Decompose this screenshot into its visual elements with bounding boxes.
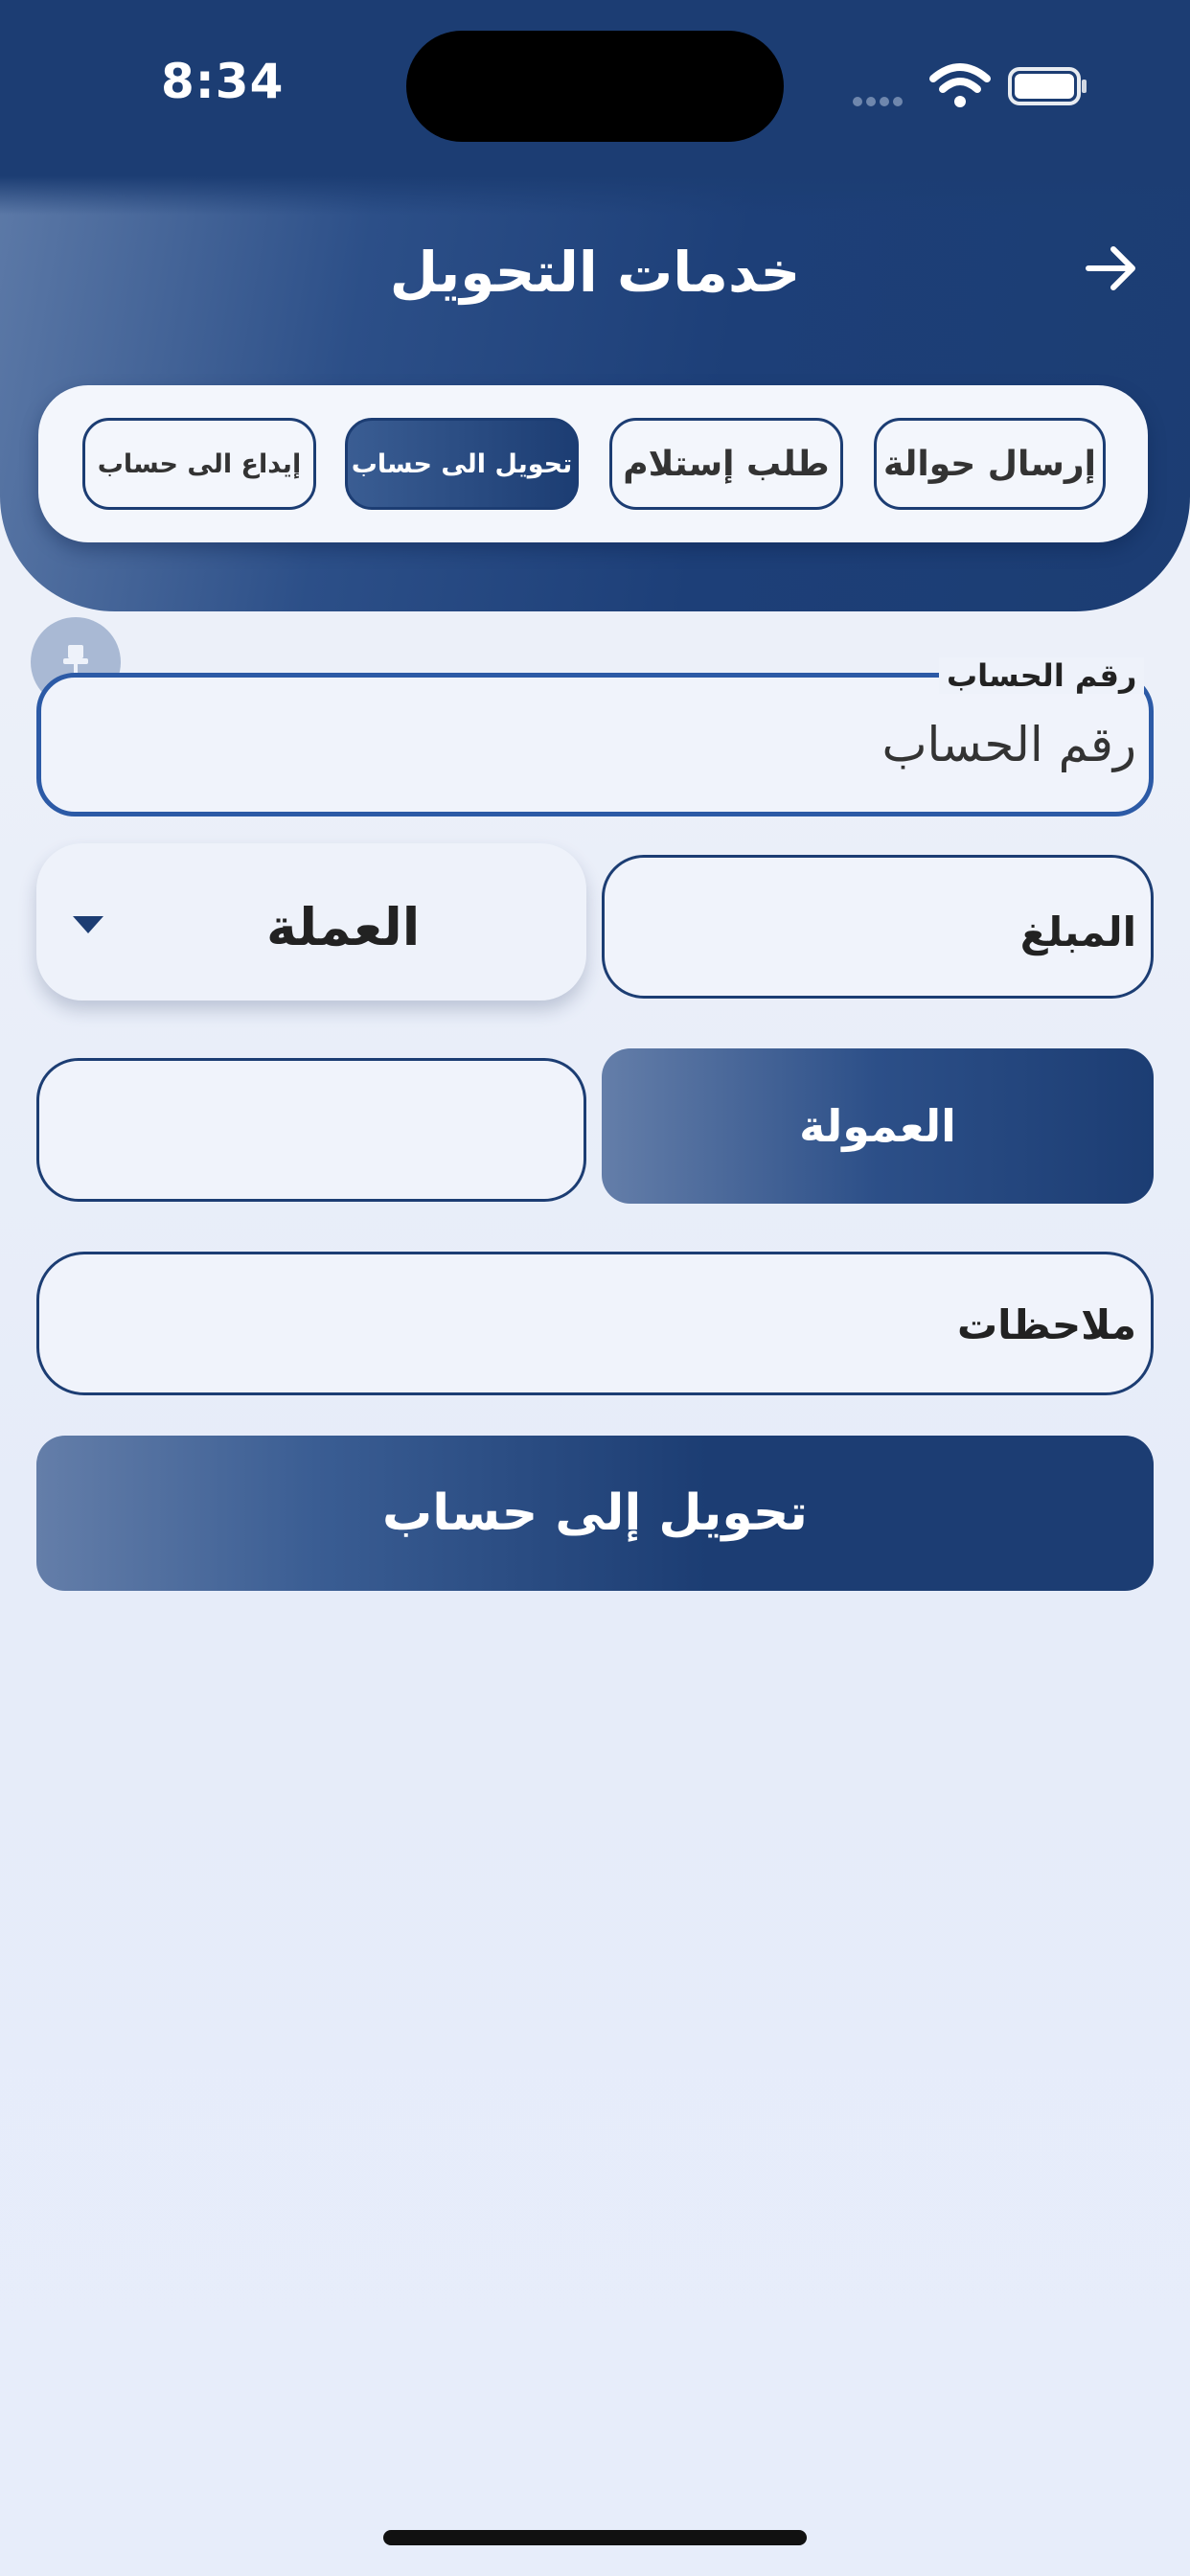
tab-receive-request[interactable]: طلب إستلام [609, 418, 843, 510]
currency-label: العملة [266, 897, 421, 957]
home-indicator [383, 2530, 807, 2545]
account-number-placeholder: رقم الحساب [881, 717, 1136, 772]
commission-label: العمولة [799, 1100, 956, 1152]
caret-down-icon [73, 916, 103, 933]
commission-field[interactable] [36, 1058, 586, 1202]
account-number-label: رقم الحساب [947, 657, 1137, 694]
tab-send-remittance[interactable]: إرسال حوالة [874, 418, 1106, 510]
dynamic-island [406, 31, 784, 142]
tab-deposit-to-account[interactable]: إيداع الى حساب [82, 418, 316, 510]
status-bar: 8:34 [0, 0, 1190, 176]
status-time: 8:34 [161, 54, 285, 109]
header-fade [0, 176, 1190, 215]
account-number-label-wrap: رقم الحساب [939, 657, 1145, 694]
amount-label: المبلغ [1019, 908, 1136, 955]
transfer-submit-button[interactable]: تحويل إلى حساب [36, 1436, 1154, 1591]
page-title: خدمات التحويل [389, 240, 801, 305]
tab-transfer-to-account[interactable]: تحويل الى حساب [345, 418, 579, 510]
battery-icon [1008, 67, 1087, 105]
wifi-icon [929, 63, 991, 107]
submit-label: تحويل إلى حساب [382, 1484, 808, 1542]
transfer-services-screen: 8:34 خدمات التحويل إرسال حوالة طلب إستلا… [0, 0, 1190, 2576]
commission-button[interactable]: العمولة [602, 1048, 1154, 1204]
signal-icon [853, 92, 912, 106]
arrow-right-icon[interactable] [1083, 240, 1140, 297]
notes-label: ملاحظات [956, 1301, 1136, 1348]
